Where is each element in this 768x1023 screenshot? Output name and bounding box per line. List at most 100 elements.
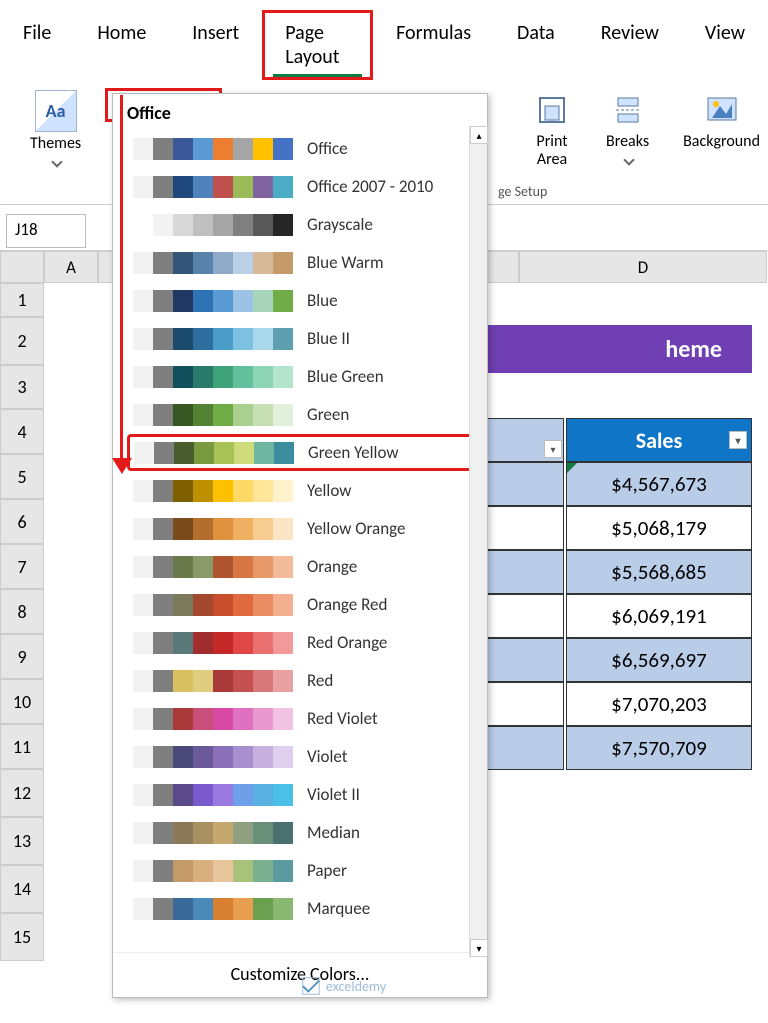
sales-cell[interactable]: $6,069,191 (566, 594, 752, 638)
color-swatch-row (133, 746, 293, 768)
color-swatch-row (133, 822, 293, 844)
color-scheme-item[interactable]: Green Yellow (127, 434, 483, 471)
color-scheme-label: Paper (307, 860, 347, 881)
select-all-corner[interactable] (0, 251, 44, 283)
themes-button[interactable]: Aa Themes (24, 86, 87, 174)
row-header-4[interactable]: 4 (0, 409, 44, 454)
sales-header-label: Sales (636, 427, 683, 454)
row-header-1[interactable]: 1 (0, 283, 44, 317)
row-header-12[interactable]: 12 (0, 769, 44, 817)
color-swatch-row (133, 708, 293, 730)
color-scheme-item[interactable]: Blue II (127, 320, 483, 357)
tab-formulas[interactable]: Formulas (373, 10, 494, 80)
row-header-2[interactable]: 2 (0, 317, 44, 365)
color-scheme-item[interactable]: Green (127, 396, 483, 433)
color-scheme-label: Violet II (307, 784, 360, 805)
row-header-11[interactable]: 11 (0, 724, 44, 769)
color-scheme-item[interactable]: Violet (127, 738, 483, 775)
color-scheme-item[interactable]: Yellow Orange (127, 510, 483, 547)
row-header-13[interactable]: 13 (0, 817, 44, 865)
sales-cell[interactable]: $5,568,685 (566, 550, 752, 594)
color-scheme-item[interactable]: Office (127, 130, 483, 167)
color-scheme-item[interactable]: Red Violet (127, 700, 483, 737)
print-area-icon (532, 90, 572, 130)
row-header-9[interactable]: 9 (0, 634, 44, 679)
row-header-3[interactable]: 3 (0, 365, 44, 409)
color-scheme-item[interactable]: Orange (127, 548, 483, 585)
color-scheme-item[interactable]: Paper (127, 852, 483, 889)
color-scheme-item[interactable]: Blue Green (127, 358, 483, 395)
row-header-8[interactable]: 8 (0, 589, 44, 634)
color-scheme-label: Blue Warm (307, 252, 384, 273)
name-box[interactable]: J18 (6, 214, 86, 248)
row-header-14[interactable]: 14 (0, 865, 44, 913)
sales-header-cell: Sales ▾ (566, 418, 752, 462)
row-header-10[interactable]: 10 (0, 679, 44, 724)
sales-cell[interactable]: $6,569,697 (566, 638, 752, 682)
color-swatch-row (134, 442, 294, 464)
sales-cell[interactable]: $5,068,179 (566, 506, 752, 550)
tab-insert[interactable]: Insert (169, 10, 262, 80)
color-scheme-item[interactable]: Blue Warm (127, 244, 483, 281)
row-header-6[interactable]: 6 (0, 499, 44, 544)
color-swatch-row (133, 784, 293, 806)
color-scheme-item[interactable]: Marquee (127, 890, 483, 927)
color-scheme-item[interactable]: Orange Red (127, 586, 483, 623)
color-swatch-row (133, 518, 293, 540)
color-swatch-row (133, 632, 293, 654)
tab-data[interactable]: Data (494, 10, 578, 80)
filter-dropdown-icon[interactable]: ▾ (729, 431, 747, 449)
color-swatch-row (133, 404, 293, 426)
col-header-D[interactable]: D (519, 251, 767, 283)
themes-label: Themes (30, 134, 81, 153)
dropdown-section-header: Office (113, 94, 487, 130)
color-scheme-label: Red Orange (307, 632, 387, 653)
color-scheme-item[interactable]: Grayscale (127, 206, 483, 243)
background-button[interactable]: Background (675, 86, 768, 155)
color-swatch-row (133, 138, 293, 160)
annotation-arrow (120, 95, 123, 465)
tab-page-layout[interactable]: Page Layout (262, 10, 373, 80)
print-area-button[interactable]: Print Area (524, 86, 580, 172)
error-indicator-icon (567, 463, 577, 473)
color-scheme-label: Orange Red (307, 594, 387, 615)
colors-dropdown-menu: Office OfficeOffice 2007 - 2010Grayscale… (112, 93, 488, 998)
group-label-page-setup: ge Setup (498, 183, 547, 200)
scroll-up-icon[interactable]: ▴ (470, 126, 488, 144)
filter-dropdown-icon[interactable]: ▾ (544, 440, 562, 458)
color-swatch-row (133, 176, 293, 198)
col-header-A[interactable]: A (44, 251, 98, 283)
color-scheme-label: Blue II (307, 328, 350, 349)
color-scheme-item[interactable]: Red (127, 662, 483, 699)
color-scheme-label: Green (307, 404, 349, 425)
breaks-button[interactable]: Breaks (598, 86, 657, 172)
tab-view[interactable]: View (682, 10, 768, 80)
dropdown-scrollbar[interactable]: ▴ ▾ (469, 126, 487, 957)
row-header-15[interactable]: 15 (0, 913, 44, 961)
tab-home[interactable]: Home (74, 10, 169, 80)
row-header-7[interactable]: 7 (0, 544, 44, 589)
color-scheme-label: Blue (307, 290, 338, 311)
color-swatch-row (133, 214, 293, 236)
tab-file[interactable]: File (0, 10, 74, 80)
color-swatch-row (133, 328, 293, 350)
chevron-down-icon (623, 154, 634, 165)
color-scheme-item[interactable]: Yellow (127, 472, 483, 509)
color-scheme-label: Median (307, 822, 360, 843)
color-swatch-row (133, 480, 293, 502)
scroll-down-icon[interactable]: ▾ (470, 939, 488, 957)
sales-cell[interactable]: $7,570,709 (566, 726, 752, 770)
sales-cell[interactable]: $7,070,203 (566, 682, 752, 726)
color-scheme-item[interactable]: Red Orange (127, 624, 483, 661)
color-scheme-item[interactable]: Median (127, 814, 483, 851)
row-header-5[interactable]: 5 (0, 454, 44, 499)
color-scheme-item[interactable]: Office 2007 - 2010 (127, 168, 483, 205)
watermark: exceldemy (300, 975, 386, 997)
color-scheme-label: Orange (307, 556, 357, 577)
background-icon (702, 90, 742, 130)
color-scheme-item[interactable]: Blue (127, 282, 483, 319)
sales-cell[interactable]: $4,567,673 (566, 462, 752, 506)
color-scheme-label: Blue Green (307, 366, 384, 387)
color-scheme-item[interactable]: Violet II (127, 776, 483, 813)
tab-review[interactable]: Review (578, 10, 682, 80)
